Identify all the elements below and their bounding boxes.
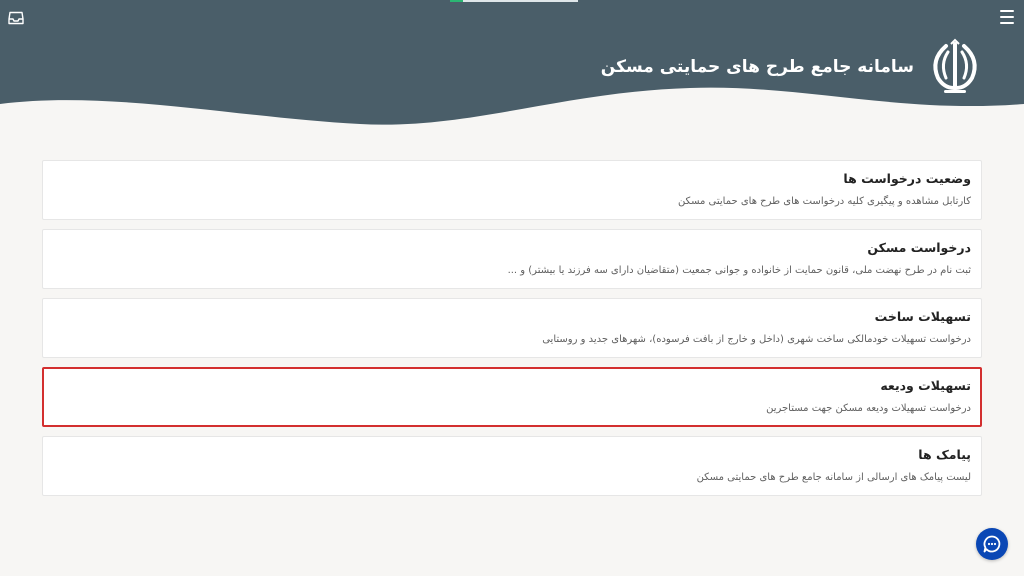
loading-progress-bar (450, 0, 578, 2)
card-title: درخواست مسکن (867, 240, 971, 255)
card-description: کارتابل مشاهده و پیگیری کلیه درخواست های… (677, 196, 971, 207)
card-title: تسهیلات ودیعه (880, 378, 971, 393)
card-request-status[interactable]: وضعیت درخواست ها کارتابل مشاهده و پیگیری… (42, 160, 982, 220)
card-description: ثبت نام در طرح نهضت ملی، قانون حمایت از … (507, 265, 971, 276)
chat-support-button[interactable] (976, 528, 1008, 560)
service-cards-list: وضعیت درخواست ها کارتابل مشاهده و پیگیری… (42, 160, 982, 496)
brand: سامانه جامع طرح های حمایتی مسکن (601, 38, 984, 96)
hamburger-menu-icon[interactable] (1000, 10, 1014, 24)
card-title: تسهیلات ساخت (874, 309, 971, 324)
page-header: سامانه جامع طرح های حمایتی مسکن (0, 0, 1024, 140)
card-description: درخواست تسهیلات ودیعه مسکن جهت مستاجرین (766, 403, 971, 414)
card-description: لیست پیامک های ارسالی از سامانه جامع طرح… (696, 472, 971, 483)
card-sms-messages[interactable]: پیامک ها لیست پیامک های ارسالی از سامانه… (42, 436, 982, 496)
card-construction-loan[interactable]: تسهیلات ساخت درخواست تسهیلات خودمالکی سا… (42, 298, 982, 358)
iran-emblem-icon (926, 38, 984, 96)
card-title: پیامک ها (918, 447, 971, 462)
card-deposit-loan[interactable]: تسهیلات ودیعه درخواست تسهیلات ودیعه مسکن… (42, 367, 982, 427)
page-title: سامانه جامع طرح های حمایتی مسکن (600, 57, 914, 77)
chat-support-icon (983, 535, 1001, 553)
card-title: وضعیت درخواست ها (843, 171, 971, 186)
inbox-icon[interactable] (8, 10, 24, 25)
card-description: درخواست تسهیلات خودمالکی ساخت شهری (داخل… (542, 334, 971, 345)
card-housing-request[interactable]: درخواست مسکن ثبت نام در طرح نهضت ملی، قا… (42, 229, 982, 289)
loading-progress-fill (450, 0, 463, 2)
